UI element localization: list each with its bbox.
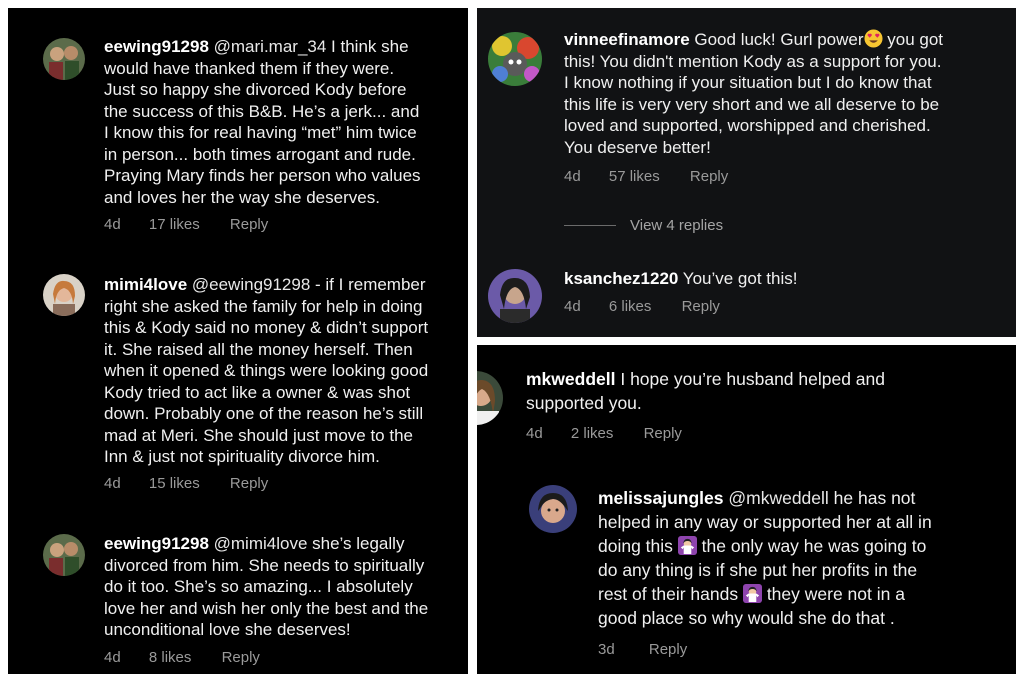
comment-meta: 4d 17 likes Reply <box>104 216 268 233</box>
avatar[interactable] <box>477 371 503 425</box>
comment-meta: 4d 6 likes Reply <box>564 298 720 315</box>
mention-link[interactable]: @mimi4love <box>214 534 308 553</box>
reply-button[interactable]: Reply <box>649 641 687 658</box>
person-shrugging-icon <box>742 584 762 603</box>
person-shrugging-icon <box>677 536 697 555</box>
comment-text: mkweddell I hope you’re husband helped a… <box>526 369 886 413</box>
comment-username[interactable]: vinneefinamore <box>564 30 690 49</box>
comment-username[interactable]: eewing91298 <box>104 37 209 56</box>
comment-meta: 4d 8 likes Reply <box>104 649 260 666</box>
avatar[interactable] <box>529 485 577 533</box>
comments-panel-left: eewing91298 @mari.mar_34 I think she wou… <box>8 8 468 674</box>
divider-line <box>564 225 616 226</box>
reply-button[interactable]: Reply <box>230 216 268 233</box>
reply-button[interactable]: Reply <box>682 298 720 315</box>
comment-meta: 4d 57 likes Reply <box>564 168 728 185</box>
mention-link[interactable]: @eewing91298 <box>192 275 310 294</box>
comment-meta: 4d 15 likes Reply <box>104 475 268 492</box>
likes-count[interactable]: 57 likes <box>609 168 660 185</box>
likes-count[interactable]: 8 likes <box>149 649 192 666</box>
comment-time: 4d <box>104 216 121 233</box>
comment-time: 3d <box>598 641 615 658</box>
comment-text: eewing91298 @mimi4love she’s legally div… <box>104 534 429 639</box>
avatar[interactable] <box>43 534 85 576</box>
mention-link[interactable]: @mari.mar_34 <box>214 37 327 56</box>
comment-meta: 3d Reply <box>598 641 687 658</box>
avatar[interactable] <box>43 274 85 316</box>
reply-button[interactable]: Reply <box>222 649 260 666</box>
comments-panel-top-right: vinneefinamore Good luck! Gurl power you… <box>477 8 1016 337</box>
comment-username[interactable]: mimi4love <box>104 275 187 294</box>
reply-button[interactable]: Reply <box>230 475 268 492</box>
comment-time: 4d <box>526 425 543 442</box>
mention-link[interactable]: @mkweddell <box>728 488 828 508</box>
comment-time: 4d <box>104 649 121 666</box>
heart-eyes-emoji-icon <box>863 29 883 48</box>
reply-button[interactable]: Reply <box>690 168 728 185</box>
comment-text: melissajungles @mkweddell he has not hel… <box>598 488 932 628</box>
comment-username[interactable]: eewing91298 <box>104 534 209 553</box>
comment-time: 4d <box>564 168 581 185</box>
likes-count[interactable]: 15 likes <box>149 475 200 492</box>
avatar[interactable] <box>488 32 542 86</box>
comment-username[interactable]: mkweddell <box>526 369 615 389</box>
comment-username[interactable]: ksanchez1220 <box>564 269 678 288</box>
reply-button[interactable]: Reply <box>644 425 682 442</box>
likes-count[interactable]: 6 likes <box>609 298 652 315</box>
comment-username[interactable]: melissajungles <box>598 488 723 508</box>
comment-time: 4d <box>564 298 581 315</box>
comment-meta: 4d 2 likes Reply <box>526 425 682 442</box>
comment-text: eewing91298 @mari.mar_34 I think she wou… <box>104 37 421 207</box>
view-replies-button[interactable]: View 4 replies <box>564 217 723 234</box>
avatar[interactable] <box>488 269 542 323</box>
avatar[interactable] <box>43 38 85 80</box>
comment-text: ksanchez1220 You’ve got this! <box>564 269 798 288</box>
likes-count[interactable]: 2 likes <box>571 425 614 442</box>
comment-text: vinneefinamore Good luck! Gurl power you… <box>564 29 944 157</box>
comments-panel-bottom-right: mkweddell I hope you’re husband helped a… <box>477 345 1016 674</box>
likes-count[interactable]: 17 likes <box>149 216 200 233</box>
view-replies-label: View 4 replies <box>630 217 724 234</box>
comment-text: mimi4love @eewing91298 - if I remember r… <box>104 275 429 466</box>
comment-time: 4d <box>104 475 121 492</box>
